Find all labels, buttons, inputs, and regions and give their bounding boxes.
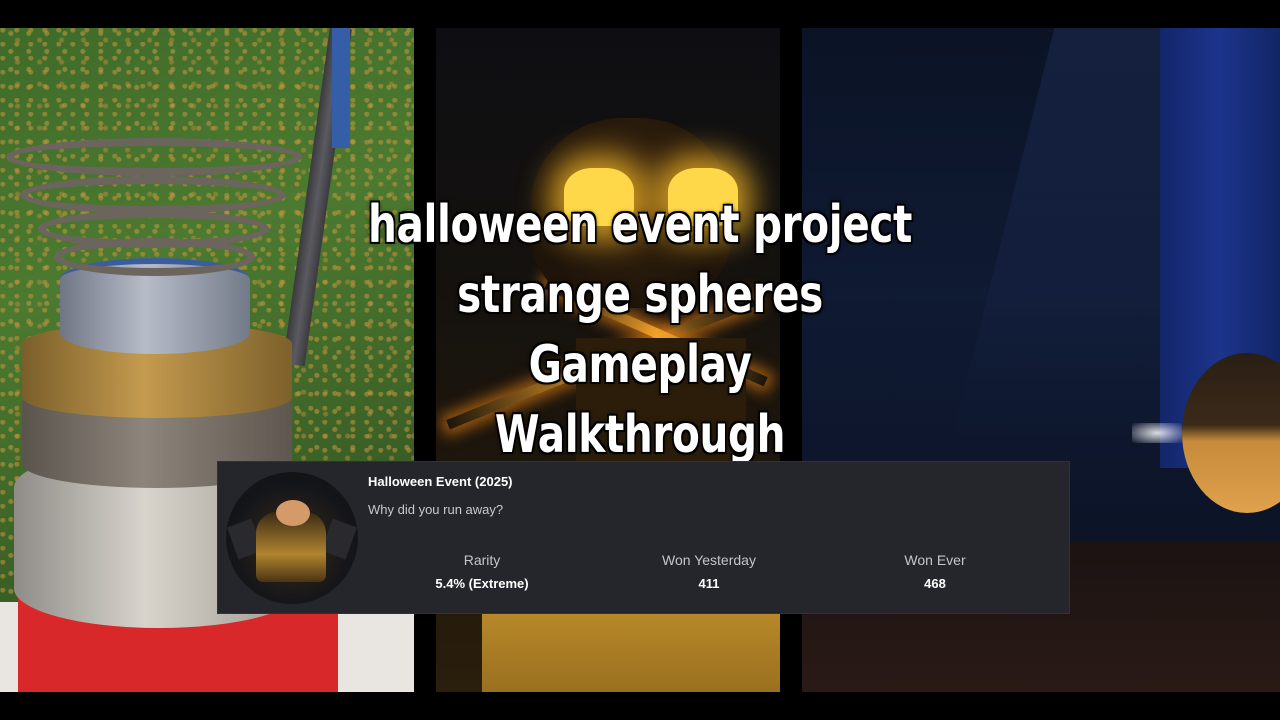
video-title: halloween event project strange spheres … (367, 190, 913, 470)
title-line-1: halloween event project (367, 195, 913, 255)
tower-ring (54, 238, 255, 276)
stat-label: Rarity (463, 552, 501, 568)
stat-rarity: Rarity 5.4% (Extreme) (382, 552, 582, 591)
badge-icon (226, 472, 358, 604)
badge-name: Halloween Event (2025) (368, 474, 513, 489)
stat-label: Won Ever (904, 552, 966, 568)
stat-value: 411 (698, 576, 720, 591)
scene-pole-cap (332, 28, 350, 148)
badge-figure-arm (320, 518, 358, 560)
stat-value: 5.4% (Extreme) (435, 576, 529, 591)
title-line-2: strange spheres Gameplay (457, 265, 823, 395)
title-line-3: Walkthrough (494, 405, 786, 465)
stat-value: 468 (924, 576, 946, 591)
video-frame: halloween event project strange spheres … (0, 0, 1280, 720)
tower-ring (6, 138, 302, 176)
stat-label: Won Yesterday (662, 552, 756, 568)
stat-won-yesterday: Won Yesterday 411 (609, 552, 809, 591)
badge-description: Why did you run away? (368, 502, 504, 517)
tower-ring (20, 176, 286, 214)
badge-card[interactable]: Halloween Event (2025) Why did you run a… (217, 461, 1070, 614)
badge-figure-head (276, 500, 310, 526)
scene-glint (1132, 423, 1182, 443)
stat-won-ever: Won Ever 468 (835, 552, 1035, 591)
